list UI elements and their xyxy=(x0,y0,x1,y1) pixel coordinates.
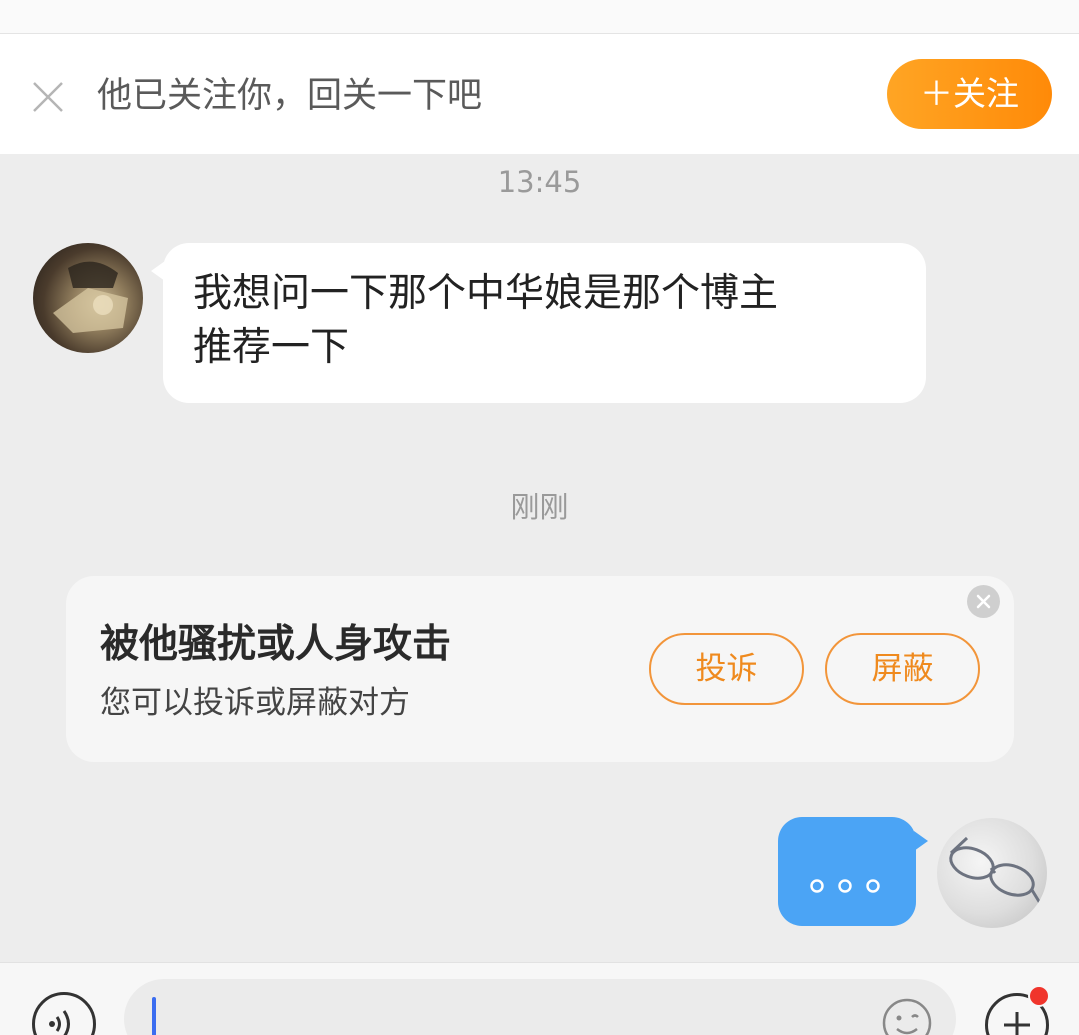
text-caret xyxy=(152,997,156,1035)
block-button[interactable]: 屏蔽 xyxy=(825,633,980,705)
status-strip xyxy=(0,0,1079,34)
message-input[interactable] xyxy=(124,979,956,1035)
close-cross-glyph xyxy=(976,594,991,609)
close-icon[interactable] xyxy=(30,79,66,115)
report-card-subtitle: 您可以投诉或屏蔽对方 xyxy=(100,685,410,721)
emoji-icon[interactable] xyxy=(881,997,933,1035)
typing-indicator xyxy=(810,879,880,893)
message-text-line-2: 推荐一下 xyxy=(193,325,350,370)
glasses-image xyxy=(949,836,1045,909)
incoming-message-bubble[interactable]: 我想问一下那个中华娘是那个博主 推荐一下 xyxy=(151,243,926,403)
voice-icon[interactable] xyxy=(32,992,96,1035)
report-card-title: 被他骚扰或人身攻击 xyxy=(100,622,452,667)
outgoing-message-bubble[interactable] xyxy=(778,817,928,926)
follow-back-banner: 他已关注你，回关一下吧 ＋关注 xyxy=(0,34,1079,154)
my-avatar[interactable] xyxy=(937,818,1047,928)
harassment-report-card: 被他骚扰或人身攻击 您可以投诉或屏蔽对方 投诉 屏蔽 xyxy=(66,576,1014,762)
follow-button[interactable]: ＋关注 xyxy=(887,59,1052,129)
follow-back-message: 他已关注你，回关一下吧 xyxy=(97,76,483,116)
message-timestamp-recent: 刚刚 xyxy=(510,490,569,524)
voice-waves-glyph xyxy=(49,1010,70,1035)
avatar-image xyxy=(53,261,128,333)
complain-button[interactable]: 投诉 xyxy=(649,633,804,705)
message-text-line-1: 我想问一下那个中华娘是那个博主 xyxy=(193,271,779,316)
chat-input-bar xyxy=(0,962,1079,1035)
sender-avatar[interactable] xyxy=(33,243,143,353)
notification-dot xyxy=(1028,985,1050,1007)
message-timestamp: 13:45 xyxy=(497,165,582,199)
close-circle-icon[interactable] xyxy=(967,585,1000,618)
